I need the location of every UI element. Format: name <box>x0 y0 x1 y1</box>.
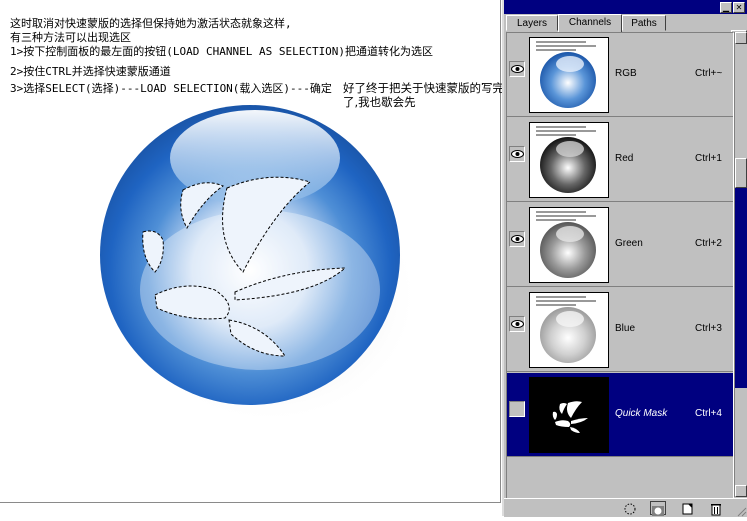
new-channel-icon[interactable] <box>680 501 696 515</box>
channel-thumbnail-rgb <box>529 37 609 113</box>
channel-shortcut: Ctrl+2 <box>695 238 722 249</box>
palette-tabs: Layers Channels Paths ▶ <box>504 14 747 45</box>
channel-shortcut: Ctrl+1 <box>695 153 722 164</box>
note-line-3: 1>按下控制面板的最左面的按钮(LOAD CHANNEL AS SELECTIO… <box>10 45 434 58</box>
eye-icon[interactable] <box>509 231 525 247</box>
channel-list: RGB Ctrl+~ Red Ctrl+1 Green Ctrl+2 Blue … <box>506 32 734 499</box>
scroll-down-arrow-icon[interactable] <box>735 485 747 497</box>
note-line-4: 2>按住CTRL并选择快速蒙版通道 <box>10 65 171 78</box>
tab-paths[interactable]: Paths <box>622 15 666 31</box>
blue-orb-artwork <box>100 105 420 425</box>
channel-thumbnail-red <box>529 122 609 198</box>
palette-bottom-bar <box>504 498 747 517</box>
channel-row-rgb[interactable]: RGB Ctrl+~ <box>507 33 733 117</box>
eye-icon[interactable] <box>509 146 525 162</box>
channel-thumbnail-green <box>529 207 609 283</box>
resize-grip-icon[interactable] <box>735 502 747 517</box>
visibility-toggle-empty[interactable] <box>509 401 525 417</box>
channel-shortcut: Ctrl+3 <box>695 323 722 334</box>
channel-thumbnail-blue <box>529 292 609 368</box>
eye-icon[interactable] <box>509 316 525 332</box>
note-line-2: 有三种方法可以出现选区 <box>10 31 131 44</box>
palette-title-bar[interactable]: ▁ ✕ <box>504 0 747 14</box>
scroll-up-arrow-icon[interactable] <box>735 32 747 44</box>
minimize-button[interactable]: ▁ <box>720 2 732 13</box>
eye-icon[interactable] <box>509 61 525 77</box>
scrollbar-track-highlight <box>735 188 747 388</box>
channel-name: RGB <box>615 68 637 79</box>
channel-name: Blue <box>615 323 636 334</box>
save-selection-as-channel-icon[interactable] <box>650 501 666 516</box>
channel-row-red[interactable]: Red Ctrl+1 <box>507 118 733 202</box>
channel-row-blue[interactable]: Blue Ctrl+3 <box>507 288 733 372</box>
channels-palette: ▁ ✕ Layers Channels Paths ▶ RGB Ctrl+~ <box>502 0 747 517</box>
note-line-5: 3>选择SELECT(选择)---LOAD SELECTION(载入选区)---… <box>10 82 332 95</box>
channel-shortcut: Ctrl+4 <box>695 408 722 419</box>
note-line-1: 这时取消对快速蒙版的选择但保持她为激活状态就象这样, <box>10 17 292 30</box>
scrollbar-thumb[interactable] <box>735 158 747 188</box>
tab-channels[interactable]: Channels <box>558 14 622 32</box>
channel-name: Red <box>615 153 634 164</box>
channel-row-quick-mask[interactable]: Quick Mask Ctrl+4 <box>507 373 733 457</box>
channel-row-green[interactable]: Green Ctrl+2 <box>507 203 733 287</box>
channel-name: Green <box>615 238 643 249</box>
close-button[interactable]: ✕ <box>733 2 745 13</box>
tab-layers[interactable]: Layers <box>506 15 558 31</box>
channel-thumbnail-quick-mask <box>529 377 609 453</box>
delete-channel-trash-icon[interactable] <box>708 501 724 516</box>
channel-shortcut: Ctrl+~ <box>695 68 723 79</box>
channel-name: Quick Mask <box>615 408 668 419</box>
document-canvas[interactable]: 这时取消对快速蒙版的选择但保持她为激活状态就象这样, 有三种方法可以出现选区 1… <box>0 0 504 516</box>
channel-list-scrollbar[interactable] <box>734 32 747 497</box>
load-channel-as-selection-icon[interactable] <box>622 501 638 515</box>
